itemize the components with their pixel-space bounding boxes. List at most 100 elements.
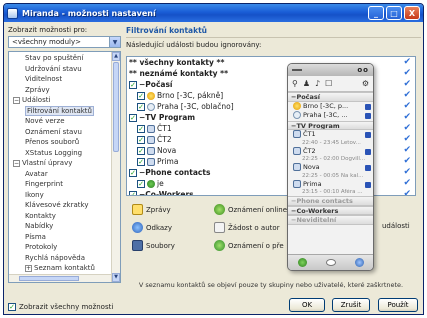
- collapse-icon[interactable]: −: [13, 159, 20, 167]
- tree-item[interactable]: Avatar: [9, 169, 120, 180]
- event-check-icon[interactable]: ✔: [403, 123, 411, 134]
- tree-item[interactable]: Zprávy: [9, 85, 120, 96]
- contact-checkbox[interactable]: ✓: [137, 136, 145, 144]
- event-check-icon[interactable]: ✔: [403, 57, 411, 68]
- tree-item[interactable]: Viditelnost: [9, 74, 120, 85]
- window-controls-icon[interactable]: oo: [357, 66, 369, 74]
- event-check-icon[interactable]: ✔: [403, 68, 411, 79]
- menu-bar-icon[interactable]: [292, 69, 302, 71]
- contact-checkbox[interactable]: ✓: [137, 125, 145, 133]
- popup-group-row[interactable]: −Co-Workers: [288, 205, 373, 215]
- user-icon[interactable]: ♟: [303, 79, 310, 88]
- status-eye-icon[interactable]: [325, 259, 336, 266]
- popup-contact-row[interactable]: Prima: [288, 179, 373, 190]
- tree-item[interactable]: Stav po spuštění: [9, 53, 120, 64]
- popup-group-row[interactable]: −TV Program: [288, 120, 373, 130]
- collapse-icon[interactable]: −: [13, 96, 20, 104]
- popup-row-label: Počasí: [296, 93, 321, 101]
- show-all-options[interactable]: ✓ Zobrazit všechny možnosti: [8, 303, 113, 311]
- contact-checkbox[interactable]: ✓: [137, 92, 145, 100]
- popup-contact-row[interactable]: Nova: [288, 163, 373, 173]
- tree-item[interactable]: Oznámení stavu: [9, 127, 120, 138]
- apply-button[interactable]: Použít: [378, 298, 418, 312]
- tree-item[interactable]: Písma: [9, 232, 120, 243]
- event-check-icon[interactable]: ✔: [403, 189, 411, 195]
- chat-icon[interactable]: ☐: [325, 79, 332, 88]
- contact-checkbox[interactable]: ✓: [137, 147, 145, 155]
- tree-item-label: Přenos souborů: [25, 138, 80, 146]
- group-checkbox[interactable]: ✓: [129, 81, 137, 89]
- tree-item[interactable]: Kontakty: [9, 211, 120, 222]
- group-checkbox[interactable]: ✓: [129, 169, 137, 177]
- tree-item[interactable]: Klávesové zkratky: [9, 200, 120, 211]
- tree-item[interactable]: Fingerprint: [9, 179, 120, 190]
- hscroll-thumb[interactable]: [19, 276, 79, 281]
- event-check-icon[interactable]: ✔: [403, 101, 411, 112]
- tree-item[interactable]: − Události: [9, 95, 120, 106]
- tree-item[interactable]: Filtrování kontaktů: [9, 105, 120, 117]
- contact-label: Phone contacts: [145, 168, 211, 177]
- group-checkbox[interactable]: ✓: [129, 191, 137, 195]
- popup-row-status: 22:25 - 02:00 Dogvill...: [302, 156, 366, 162]
- scroll-up-icon[interactable]: ▲: [112, 52, 120, 61]
- protocol-icon: [365, 113, 371, 119]
- show-all-checkbox[interactable]: ✓: [8, 303, 16, 311]
- tree-item[interactable]: + Seznam kontaktů: [9, 263, 120, 274]
- tree-item[interactable]: Nabídky: [9, 221, 120, 232]
- scroll-down-icon[interactable]: ▼: [112, 273, 120, 282]
- scroll-thumb[interactable]: [113, 62, 119, 152]
- contact-checkbox[interactable]: ✓: [137, 180, 145, 188]
- contact-list-titlebar[interactable]: oo: [288, 64, 373, 76]
- popup-contact-row[interactable]: Brno [-3C, p...: [288, 101, 373, 112]
- contact-checkbox[interactable]: ✓: [137, 158, 145, 166]
- close-button[interactable]: X: [404, 6, 420, 20]
- module-filter-select[interactable]: <všechny moduly> ▼: [8, 36, 121, 48]
- event-check-icon[interactable]: ✔: [403, 156, 411, 167]
- group-checkbox[interactable]: ✓: [129, 114, 137, 122]
- music-icon[interactable]: ♪: [315, 79, 320, 88]
- maximize-button[interactable]: □: [386, 6, 402, 20]
- tree-item[interactable]: Protokoly: [9, 242, 120, 253]
- contact-label: ČT1: [157, 124, 172, 133]
- event-check-icon[interactable]: ✔: [403, 178, 411, 189]
- tree-item[interactable]: Přenos souborů: [9, 137, 120, 148]
- contact-checkbox[interactable]: ✓: [137, 103, 145, 111]
- event-check-icon[interactable]: ✔: [403, 90, 411, 101]
- popup-contact-row[interactable]: ČT2: [288, 146, 373, 157]
- tree-item-label: Kontakty: [25, 211, 56, 220]
- minimize-button[interactable]: _: [368, 6, 384, 20]
- ok-button[interactable]: OK: [289, 298, 325, 312]
- tree-item[interactable]: Nové verze: [9, 116, 120, 127]
- tree-item[interactable]: Udržování stavu: [9, 64, 120, 75]
- contact-label: Nova: [157, 146, 177, 155]
- tree-item[interactable]: Ikony: [9, 190, 120, 201]
- popup-contact-row[interactable]: ČT1: [288, 130, 373, 140]
- chevron-down-icon[interactable]: ▼: [109, 37, 120, 47]
- contact-list-window[interactable]: oo ⚲ ♟ ♪ ☐ ⚙ −Počasí Brno [-3C, p... Praha…: [287, 63, 374, 271]
- status-clover-icon[interactable]: [297, 258, 307, 267]
- status-globe-icon[interactable]: [354, 258, 364, 267]
- tree-item[interactable]: Rychlá nápověda: [9, 253, 120, 264]
- search-icon[interactable]: ⚲: [292, 79, 298, 88]
- tree-vertical-scrollbar[interactable]: ▲ ▼: [111, 52, 120, 282]
- popup-row-label: Nova: [303, 163, 320, 171]
- tree-item[interactable]: XStatus Logging: [9, 148, 120, 159]
- expand-icon[interactable]: +: [25, 264, 32, 272]
- tree-horizontal-scrollbar[interactable]: [9, 274, 111, 282]
- popup-group-row[interactable]: −Phone contacts: [288, 196, 373, 206]
- title-bar[interactable]: Miranda - možnosti nastavení _ □ X: [4, 4, 423, 22]
- settings-icon[interactable]: ⚙: [362, 79, 369, 88]
- event-check-icon[interactable]: ✔: [403, 112, 411, 123]
- popup-contact-row[interactable]: Praha [-3C, ...: [288, 111, 373, 121]
- event-check-icon[interactable]: ✔: [403, 79, 411, 90]
- options-tree[interactable]: Stav po spuštění Udržování stavu Viditelno…: [8, 51, 121, 283]
- popup-group-row[interactable]: −Počasí: [288, 92, 373, 102]
- event-check-icon[interactable]: ✔: [403, 145, 411, 156]
- contact-label: je: [157, 179, 164, 188]
- tree-item-label: Ikony: [25, 190, 44, 199]
- event-check-icon[interactable]: ✔: [403, 134, 411, 145]
- cancel-button[interactable]: Zrušit: [332, 298, 370, 312]
- popup-group-row[interactable]: −Neviditelní: [288, 215, 373, 225]
- tree-item[interactable]: − Vlastní úpravy: [9, 158, 120, 169]
- event-check-icon[interactable]: ✔: [403, 167, 411, 178]
